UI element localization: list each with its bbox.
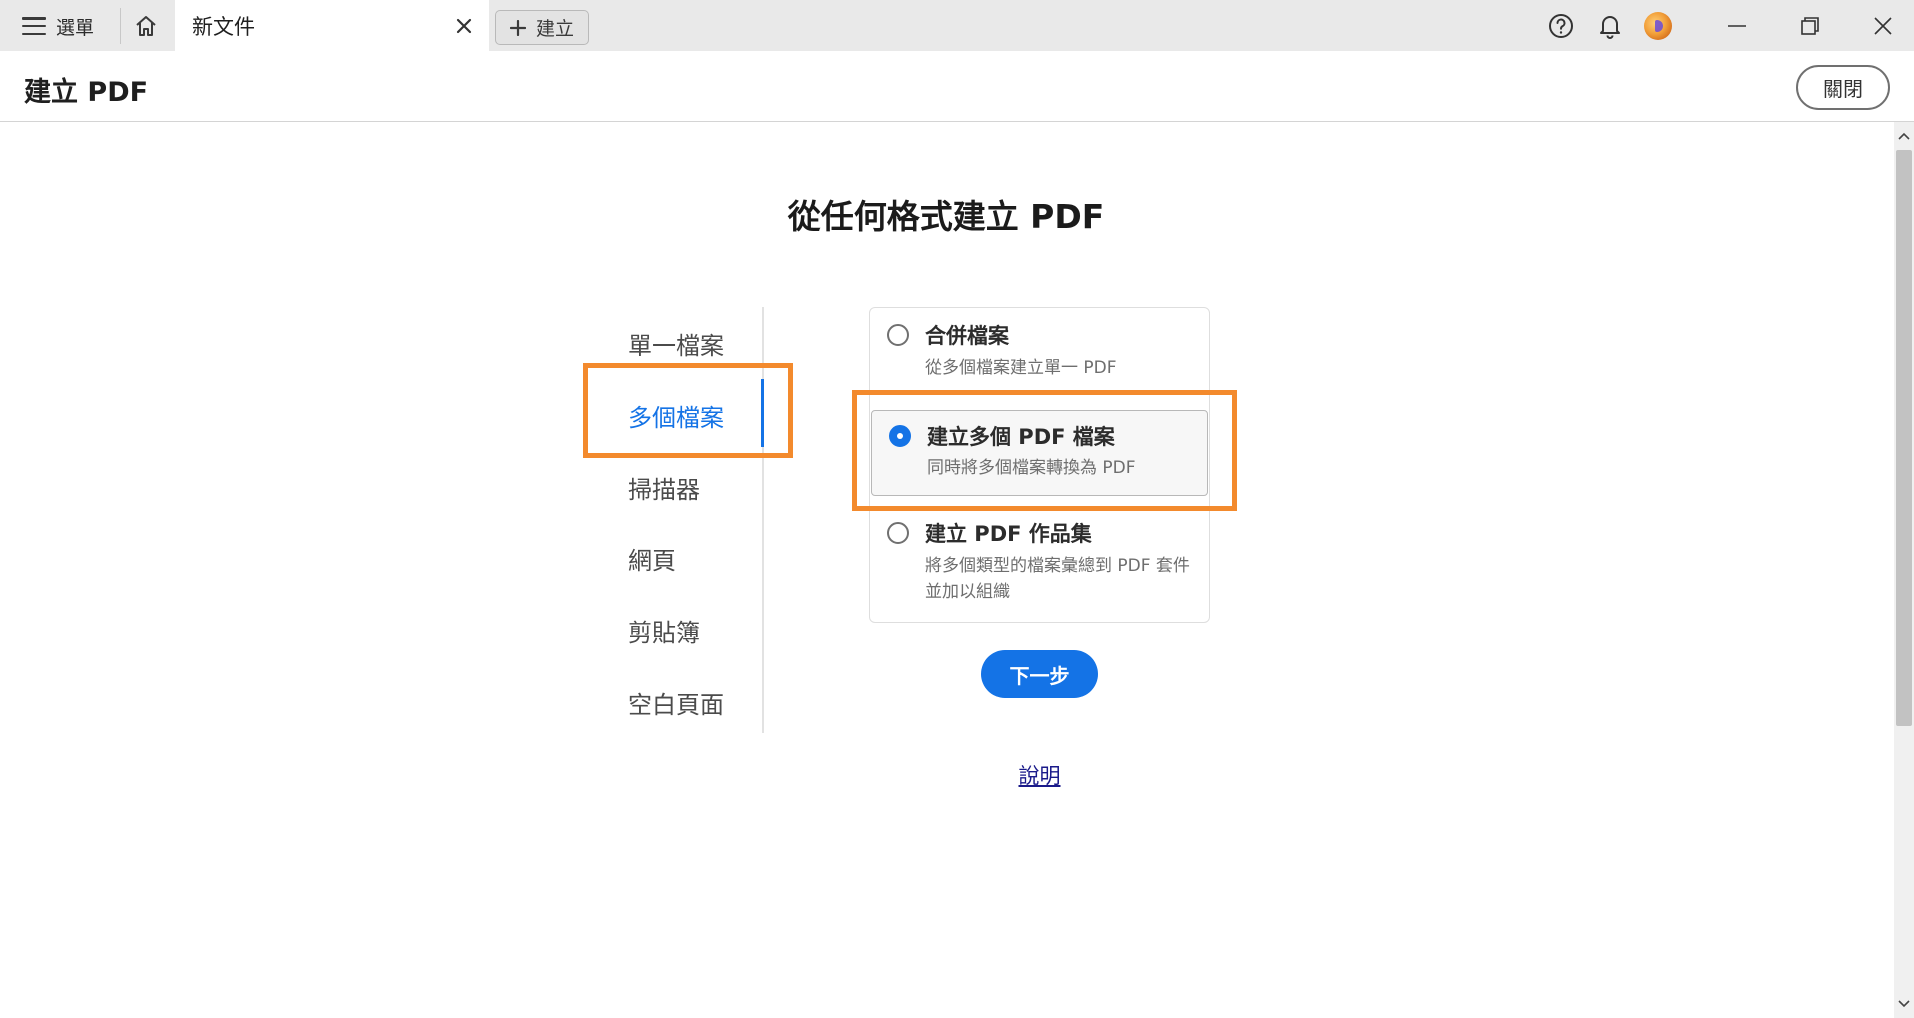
option-description: 將多個類型的檔案彙總到 PDF 套件並加以組織 bbox=[925, 556, 1190, 602]
minimize-icon bbox=[1728, 24, 1746, 27]
title-bar: 選單 新文件 建立 bbox=[0, 0, 1914, 51]
new-tab-button[interactable]: 建立 bbox=[495, 10, 589, 45]
option-combine-files[interactable]: 合併檔案 從多個檔案建立單一 PDF bbox=[870, 308, 1209, 408]
nav-item-web-page[interactable]: 網頁 bbox=[628, 541, 676, 576]
option-title: 合併檔案 bbox=[925, 324, 1009, 348]
radio-create-multiple-pdfs[interactable] bbox=[889, 425, 911, 447]
bell-icon bbox=[1600, 16, 1620, 39]
option-description: 從多個檔案建立單一 PDF bbox=[925, 358, 1117, 378]
restore-button[interactable] bbox=[1775, 0, 1845, 51]
tab-title: 新文件 bbox=[192, 14, 255, 39]
tool-title: 建立 PDF bbox=[24, 77, 149, 108]
menu-button[interactable]: 選單 bbox=[14, 8, 102, 44]
new-tab-label: 建立 bbox=[535, 18, 574, 40]
chevron-down-icon bbox=[1898, 1000, 1910, 1008]
chevron-up-icon bbox=[1898, 132, 1910, 140]
option-create-multiple-pdfs[interactable]: 建立多個 PDF 檔案 同時將多個檔案轉換為 PDF bbox=[871, 410, 1208, 496]
notifications-button[interactable] bbox=[1594, 10, 1626, 42]
options-panel: 合併檔案 從多個檔案建立單一 PDF 建立多個 PDF 檔案 同時將多個檔案轉換… bbox=[869, 307, 1210, 623]
radio-combine-files[interactable] bbox=[887, 324, 909, 346]
scroll-up-button[interactable] bbox=[1894, 124, 1914, 148]
avatar[interactable] bbox=[1644, 12, 1672, 40]
radio-create-pdf-portfolio[interactable] bbox=[887, 522, 909, 544]
close-icon bbox=[456, 18, 472, 34]
nav-item-blank-page[interactable]: 空白頁面 bbox=[628, 685, 724, 720]
option-description: 同時將多個檔案轉換為 PDF bbox=[927, 458, 1136, 478]
home-button[interactable] bbox=[128, 8, 164, 44]
nav-item-scanner[interactable]: 掃描器 bbox=[628, 470, 700, 505]
nav-item-clipboard[interactable]: 剪貼簿 bbox=[628, 613, 700, 648]
nav-item-multiple-files[interactable]: 多個檔案 bbox=[628, 398, 724, 433]
window-close-button[interactable] bbox=[1848, 0, 1914, 51]
scroll-down-button[interactable] bbox=[1894, 992, 1914, 1016]
next-button[interactable]: 下一步 bbox=[981, 650, 1098, 698]
restore-icon bbox=[1801, 16, 1819, 35]
divider bbox=[120, 8, 121, 44]
close-tool-button[interactable]: 關閉 bbox=[1796, 65, 1890, 110]
page-title: 從任何格式建立 PDF bbox=[787, 197, 1105, 236]
document-tab[interactable]: 新文件 bbox=[175, 0, 489, 51]
scroll-thumb[interactable] bbox=[1896, 150, 1912, 726]
plus-icon bbox=[509, 19, 526, 36]
active-nav-indicator bbox=[761, 379, 764, 447]
help-icon bbox=[1549, 14, 1573, 38]
home-icon bbox=[136, 16, 156, 36]
help-link[interactable]: 說明 bbox=[0, 760, 1914, 790]
create-source-nav: 單一檔案 多個檔案 掃描器 網頁 剪貼簿 空白頁面 bbox=[600, 307, 764, 733]
nav-item-single-file[interactable]: 單一檔案 bbox=[628, 326, 724, 361]
tab-close-button[interactable] bbox=[451, 13, 477, 39]
help-button[interactable] bbox=[1545, 10, 1577, 42]
hamburger-icon bbox=[22, 17, 46, 35]
option-title: 建立多個 PDF 檔案 bbox=[927, 425, 1115, 449]
option-title: 建立 PDF 作品集 bbox=[925, 522, 1092, 546]
option-create-pdf-portfolio[interactable]: 建立 PDF 作品集 將多個類型的檔案彙總到 PDF 套件並加以組織 bbox=[870, 506, 1209, 621]
tool-header: 建立 PDF 關閉 bbox=[0, 51, 1914, 122]
scrollbar[interactable] bbox=[1894, 122, 1914, 1018]
minimize-button[interactable] bbox=[1702, 0, 1772, 51]
window-close-icon bbox=[1874, 16, 1892, 35]
menu-label: 選單 bbox=[56, 16, 95, 39]
